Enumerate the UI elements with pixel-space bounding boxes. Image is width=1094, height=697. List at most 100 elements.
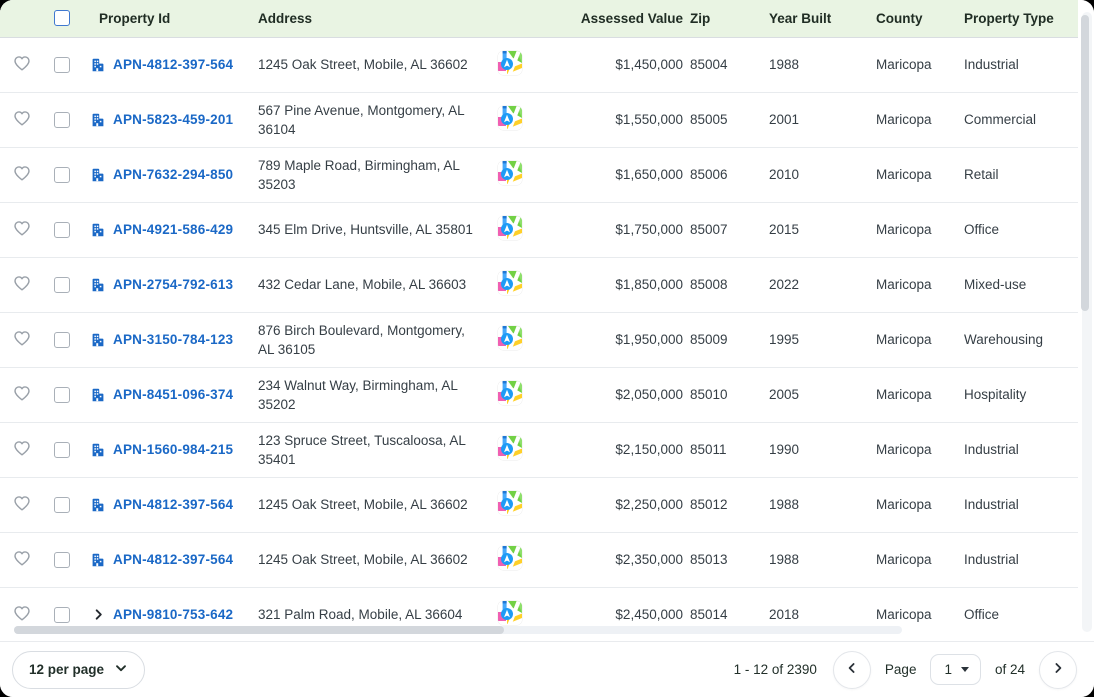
property-id-link[interactable]: APN-1560-984-215 xyxy=(113,442,233,457)
row-checkbox[interactable] xyxy=(54,167,70,183)
maps-icon[interactable] xyxy=(498,436,522,460)
county-cell: Maricopa xyxy=(869,92,957,147)
property-id-link[interactable]: APN-2754-792-613 xyxy=(113,277,233,292)
property-id-link[interactable]: APN-4812-397-564 xyxy=(113,552,233,567)
app-window: Property Id Address Assessed Value Zip Y… xyxy=(0,0,1094,697)
maps-icon[interactable] xyxy=(498,271,522,295)
property-id-link[interactable]: APN-5823-459-201 xyxy=(113,112,233,127)
header-assessed-value: Assessed Value xyxy=(558,0,683,37)
table-row: APN-4921-586-429 345 Elm Drive, Huntsvil… xyxy=(0,202,1078,257)
property-id-link[interactable]: APN-4921-586-429 xyxy=(113,222,233,237)
favorite-heart-icon[interactable] xyxy=(12,53,32,73)
chevron-left-icon xyxy=(845,661,859,678)
building-icon xyxy=(90,277,106,293)
maps-icon[interactable] xyxy=(498,546,522,570)
chevron-down-icon xyxy=(114,661,128,678)
maps-icon[interactable] xyxy=(498,216,522,240)
table-row: APN-3150-784-123 876 Birch Boulevard, Mo… xyxy=(0,312,1078,367)
county-cell: Maricopa xyxy=(869,422,957,477)
address-cell: 234 Walnut Way, Birmingham, AL 35202 xyxy=(258,367,496,422)
expand-chevron-icon[interactable] xyxy=(90,607,106,623)
county-cell: Maricopa xyxy=(869,147,957,202)
property-id-link[interactable]: APN-7632-294-850 xyxy=(113,167,233,182)
favorite-heart-icon[interactable] xyxy=(12,603,32,623)
table-row: APN-8451-096-374 234 Walnut Way, Birming… xyxy=(0,367,1078,422)
year-built-cell: 1988 xyxy=(762,477,869,532)
county-cell: Maricopa xyxy=(869,532,957,587)
row-checkbox[interactable] xyxy=(54,442,70,458)
maps-icon[interactable] xyxy=(498,326,522,350)
property-id-link[interactable]: APN-9810-753-642 xyxy=(113,607,233,622)
property-type-cell: Mixed-use xyxy=(957,257,1078,312)
row-checkbox[interactable] xyxy=(54,497,70,513)
chevron-right-icon xyxy=(1051,661,1065,678)
row-checkbox[interactable] xyxy=(54,222,70,238)
favorite-heart-icon[interactable] xyxy=(12,548,32,568)
row-checkbox[interactable] xyxy=(54,277,70,293)
maps-icon[interactable] xyxy=(498,381,522,405)
row-checkbox[interactable] xyxy=(54,57,70,73)
assessed-value-cell: $1,850,000 xyxy=(558,257,683,312)
building-icon xyxy=(90,332,106,348)
building-icon xyxy=(90,222,106,238)
row-checkbox[interactable] xyxy=(54,112,70,128)
zip-cell: 85004 xyxy=(683,37,762,92)
property-type-cell: Warehousing xyxy=(957,312,1078,367)
header-year-built: Year Built xyxy=(762,0,869,37)
property-id-link[interactable]: APN-8451-096-374 xyxy=(113,387,233,402)
maps-icon[interactable] xyxy=(498,161,522,185)
table-row: APN-4812-397-564 1245 Oak Street, Mobile… xyxy=(0,532,1078,587)
per-page-label: 12 per page xyxy=(29,662,104,677)
select-all-checkbox[interactable] xyxy=(54,10,70,26)
address-cell: 1245 Oak Street, Mobile, AL 36602 xyxy=(258,37,496,92)
maps-icon[interactable] xyxy=(498,51,522,75)
property-type-cell: Office xyxy=(957,587,1078,641)
next-page-button[interactable] xyxy=(1039,651,1077,689)
zip-cell: 85006 xyxy=(683,147,762,202)
favorite-heart-icon[interactable] xyxy=(12,273,32,293)
page-number-select[interactable]: 1 xyxy=(930,654,981,685)
address-cell: 789 Maple Road, Birmingham, AL 35203 xyxy=(258,147,496,202)
header-property-type: Property Type xyxy=(957,0,1078,37)
favorite-heart-icon[interactable] xyxy=(12,493,32,513)
zip-cell: 85012 xyxy=(683,477,762,532)
row-checkbox[interactable] xyxy=(54,387,70,403)
building-icon xyxy=(90,167,106,183)
favorite-heart-icon[interactable] xyxy=(12,438,32,458)
zip-cell: 85013 xyxy=(683,532,762,587)
range-label: 1 - 12 of 2390 xyxy=(734,662,817,677)
maps-icon[interactable] xyxy=(498,106,522,130)
maps-icon[interactable] xyxy=(498,491,522,515)
favorite-heart-icon[interactable] xyxy=(12,108,32,128)
caret-down-icon xyxy=(961,667,969,672)
row-checkbox[interactable] xyxy=(54,552,70,568)
pagination-footer: 12 per page 1 - 12 of 2390 Page 1 of 24 xyxy=(0,641,1094,697)
favorite-heart-icon[interactable] xyxy=(12,328,32,348)
favorite-heart-icon[interactable] xyxy=(12,383,32,403)
county-cell: Maricopa xyxy=(869,312,957,367)
maps-icon[interactable] xyxy=(498,601,522,625)
vertical-scrollbar-track[interactable] xyxy=(1082,12,1092,632)
address-cell: 567 Pine Avenue, Montgomery, AL 36104 xyxy=(258,92,496,147)
favorite-heart-icon[interactable] xyxy=(12,163,32,183)
previous-page-button[interactable] xyxy=(833,651,871,689)
property-type-cell: Industrial xyxy=(957,422,1078,477)
vertical-scrollbar-thumb[interactable] xyxy=(1081,15,1089,311)
building-icon xyxy=(90,387,106,403)
favorite-heart-icon[interactable] xyxy=(12,218,32,238)
zip-cell: 85008 xyxy=(683,257,762,312)
zip-cell: 85010 xyxy=(683,367,762,422)
horizontal-scrollbar-thumb[interactable] xyxy=(14,626,504,634)
table-row: APN-7632-294-850 789 Maple Road, Birming… xyxy=(0,147,1078,202)
property-id-link[interactable]: APN-3150-784-123 xyxy=(113,332,233,347)
page-label: Page xyxy=(885,662,917,677)
property-id-link[interactable]: APN-4812-397-564 xyxy=(113,497,233,512)
per-page-dropdown[interactable]: 12 per page xyxy=(12,651,145,689)
row-checkbox[interactable] xyxy=(54,607,70,623)
property-id-link[interactable]: APN-4812-397-564 xyxy=(113,57,233,72)
header-zip: Zip xyxy=(683,0,762,37)
row-checkbox[interactable] xyxy=(54,332,70,348)
address-cell: 1245 Oak Street, Mobile, AL 36602 xyxy=(258,532,496,587)
property-type-cell: Retail xyxy=(957,147,1078,202)
table-row: APN-5823-459-201 567 Pine Avenue, Montgo… xyxy=(0,92,1078,147)
